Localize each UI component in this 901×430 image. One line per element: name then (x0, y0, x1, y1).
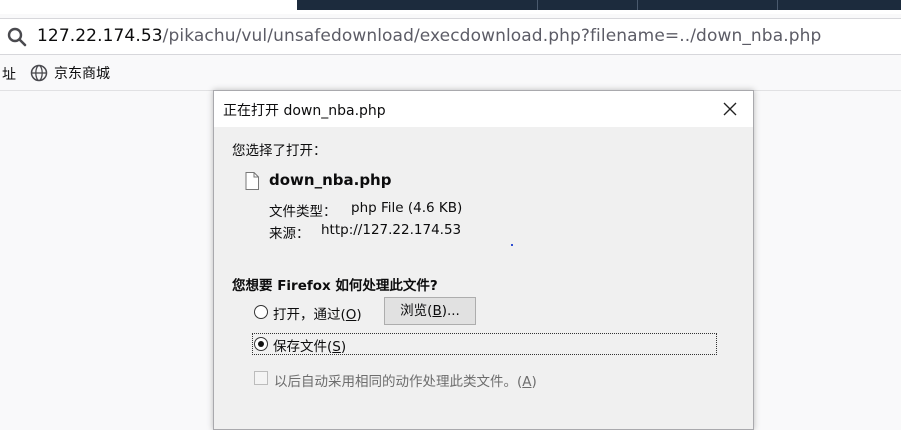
dialog-prompt: 您选择了打开： (232, 143, 327, 159)
url-text[interactable]: 127.22.174.53/pikachu/vul/unsafedownload… (37, 26, 821, 46)
globe-icon (30, 64, 48, 82)
url-host: 127.22.174.53 (37, 26, 163, 46)
url-bar[interactable]: 127.22.174.53/pikachu/vul/unsafedownload… (0, 18, 901, 55)
url-path: /pikachu/vul/unsafedownload/execdownload… (162, 26, 822, 46)
remember-label[interactable]: 以后自动采用相同的动作处理此类文件。(A) (274, 370, 537, 390)
tab-separator (537, 0, 538, 10)
file-type-label: 文件类型： (269, 204, 337, 220)
open-with-radio[interactable] (254, 305, 268, 319)
close-icon (723, 102, 737, 116)
save-file-label[interactable]: 保存文件(S) (273, 335, 346, 355)
stray-dot (511, 244, 513, 246)
save-file-radio[interactable] (254, 337, 268, 351)
tab-strip (0, 0, 901, 14)
remember-checkbox[interactable] (254, 371, 268, 385)
tab-separator (637, 0, 638, 10)
dialog-titlebar: 正在打开 down_nba.php (214, 91, 753, 127)
close-button[interactable] (707, 91, 753, 127)
search-icon (7, 27, 27, 47)
bookmarks-toolbar: 址 京东商城 (0, 56, 901, 91)
file-name: down_nba.php (269, 171, 392, 189)
bookmark-partial-label[interactable]: 址 (2, 64, 16, 84)
file-type-value: php File (4.6 KB) (351, 200, 463, 216)
tab-separator (777, 0, 778, 10)
bookmark-label: 京东商城 (54, 66, 110, 82)
open-with-label[interactable]: 打开，通过(O) (273, 303, 362, 323)
bookmark-jd[interactable]: 京东商城 (30, 62, 110, 84)
tab-strip-dark (297, 0, 901, 10)
file-source-label: 来源： (269, 226, 310, 242)
action-question: 您想要 Firefox 如何处理此文件? (232, 278, 438, 294)
file-source-value: http://127.22.174.53 (321, 222, 462, 238)
open-file-dialog: 正在打开 down_nba.php 您选择了打开： down_nba.php 文… (213, 90, 754, 430)
dialog-title: 正在打开 down_nba.php (223, 103, 386, 119)
file-icon (245, 172, 259, 190)
browse-button[interactable]: 浏览(B)... (384, 297, 476, 325)
